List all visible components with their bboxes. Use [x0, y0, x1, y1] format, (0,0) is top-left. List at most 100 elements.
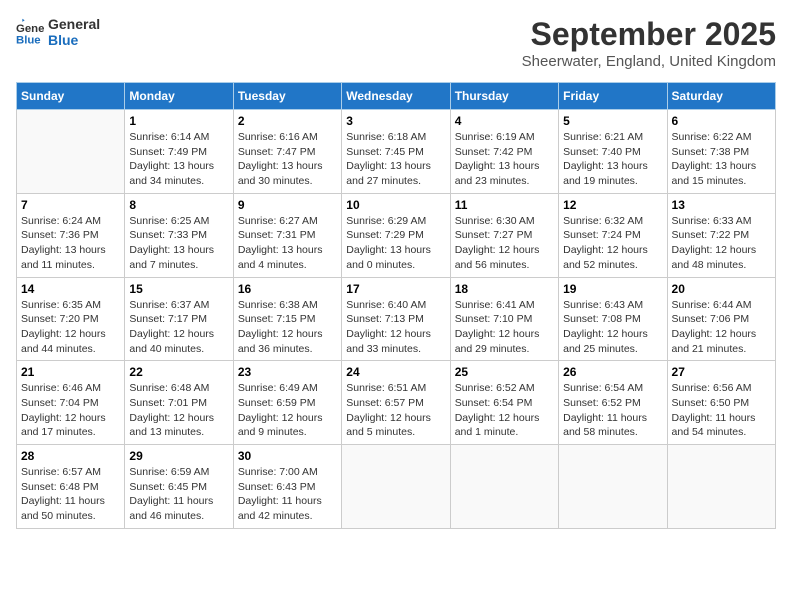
header-saturday: Saturday	[667, 83, 775, 110]
calendar-cell: 20 Sunrise: 6:44 AMSunset: 7:06 PMDayligh…	[667, 277, 775, 361]
day-number: 4	[455, 114, 554, 128]
day-number: 14	[21, 282, 120, 296]
calendar-cell: 24 Sunrise: 6:51 AMSunset: 6:57 PMDayligh…	[342, 361, 450, 445]
day-number: 18	[455, 282, 554, 296]
day-info: Sunrise: 6:22 AMSunset: 7:38 PMDaylight:…	[672, 130, 771, 189]
calendar-cell: 14Sunrise: 6:35 AMSunset: 7:20 PMDayligh…	[17, 277, 125, 361]
day-info: Sunrise: 6:52 AMSunset: 6:54 PMDaylight:…	[455, 381, 554, 440]
calendar-cell: 29Sunrise: 6:59 AMSunset: 6:45 PMDayligh…	[125, 445, 233, 529]
calendar-cell: 5 Sunrise: 6:21 AMSunset: 7:40 PMDaylight…	[559, 110, 667, 194]
calendar-cell: 11Sunrise: 6:30 AMSunset: 7:27 PMDayligh…	[450, 193, 558, 277]
day-number: 30	[238, 449, 337, 463]
calendar-header-row: SundayMondayTuesdayWednesdayThursdayFrid…	[17, 83, 776, 110]
svg-text:General: General	[16, 23, 44, 35]
day-info: Sunrise: 6:38 AMSunset: 7:15 PMDaylight:…	[238, 298, 337, 357]
day-number: 9	[238, 198, 337, 212]
calendar-cell: 23 Sunrise: 6:49 AMSunset: 6:59 PMDayligh…	[233, 361, 341, 445]
day-number: 25	[455, 365, 554, 379]
day-number: 7	[21, 198, 120, 212]
day-number: 23	[238, 365, 337, 379]
day-number: 13	[672, 198, 771, 212]
calendar-cell	[450, 445, 558, 529]
day-number: 5	[563, 114, 662, 128]
title-block: September 2025 Sheerwater, England, Unit…	[522, 16, 776, 70]
day-info: Sunrise: 7:00 AMSunset: 6:43 PMDaylight:…	[238, 465, 337, 524]
day-number: 2	[238, 114, 337, 128]
header-sunday: Sunday	[17, 83, 125, 110]
calendar-cell: 15 Sunrise: 6:37 AMSunset: 7:17 PMDayligh…	[125, 277, 233, 361]
day-info: Sunrise: 6:57 AMSunset: 6:48 PMDaylight:…	[21, 465, 120, 524]
calendar-cell: 16 Sunrise: 6:38 AMSunset: 7:15 PMDayligh…	[233, 277, 341, 361]
day-info: Sunrise: 6:51 AMSunset: 6:57 PMDaylight:…	[346, 381, 445, 440]
day-info: Sunrise: 6:21 AMSunset: 7:40 PMDaylight:…	[563, 130, 662, 189]
header-wednesday: Wednesday	[342, 83, 450, 110]
day-info: Sunrise: 6:40 AMSunset: 7:13 PMDaylight:…	[346, 298, 445, 357]
calendar-cell: 4 Sunrise: 6:19 AMSunset: 7:42 PMDaylight…	[450, 110, 558, 194]
day-number: 22	[129, 365, 228, 379]
day-info: Sunrise: 6:41 AMSunset: 7:10 PMDaylight:…	[455, 298, 554, 357]
calendar-cell: 1Sunrise: 6:14 AMSunset: 7:49 PMDaylight…	[125, 110, 233, 194]
day-info: Sunrise: 6:44 AMSunset: 7:06 PMDaylight:…	[672, 298, 771, 357]
header-tuesday: Tuesday	[233, 83, 341, 110]
calendar-cell: 10 Sunrise: 6:29 AMSunset: 7:29 PMDayligh…	[342, 193, 450, 277]
day-number: 20	[672, 282, 771, 296]
calendar-cell: 25 Sunrise: 6:52 AMSunset: 6:54 PMDayligh…	[450, 361, 558, 445]
calendar-cell	[667, 445, 775, 529]
day-info: Sunrise: 6:56 AMSunset: 6:50 PMDaylight:…	[672, 381, 771, 440]
header-monday: Monday	[125, 83, 233, 110]
day-number: 1	[129, 114, 228, 128]
calendar-cell: 27 Sunrise: 6:56 AMSunset: 6:50 PMDayligh…	[667, 361, 775, 445]
calendar-cell: 12 Sunrise: 6:32 AMSunset: 7:24 PMDayligh…	[559, 193, 667, 277]
day-number: 16	[238, 282, 337, 296]
calendar-week-row: 1Sunrise: 6:14 AMSunset: 7:49 PMDaylight…	[17, 110, 776, 194]
day-info: Sunrise: 6:48 AMSunset: 7:01 PMDaylight:…	[129, 381, 228, 440]
logo: General Blue General Blue	[16, 16, 100, 48]
day-number: 11	[455, 198, 554, 212]
day-number: 10	[346, 198, 445, 212]
header-friday: Friday	[559, 83, 667, 110]
day-number: 3	[346, 114, 445, 128]
day-number: 12	[563, 198, 662, 212]
calendar-cell: 7 Sunrise: 6:24 AMSunset: 7:36 PMDaylight…	[17, 193, 125, 277]
calendar-cell: 26Sunrise: 6:54 AMSunset: 6:52 PMDayligh…	[559, 361, 667, 445]
calendar-cell: 13Sunrise: 6:33 AMSunset: 7:22 PMDayligh…	[667, 193, 775, 277]
day-number: 21	[21, 365, 120, 379]
day-info: Sunrise: 6:54 AMSunset: 6:52 PMDaylight:…	[563, 381, 662, 440]
logo-line1: General	[48, 16, 100, 32]
calendar-cell: 22 Sunrise: 6:48 AMSunset: 7:01 PMDayligh…	[125, 361, 233, 445]
calendar-cell: 3 Sunrise: 6:18 AMSunset: 7:45 PMDaylight…	[342, 110, 450, 194]
day-number: 19	[563, 282, 662, 296]
day-info: Sunrise: 6:18 AMSunset: 7:45 PMDaylight:…	[346, 130, 445, 189]
calendar-cell: 9 Sunrise: 6:27 AMSunset: 7:31 PMDaylight…	[233, 193, 341, 277]
calendar-week-row: 7 Sunrise: 6:24 AMSunset: 7:36 PMDaylight…	[17, 193, 776, 277]
day-info: Sunrise: 6:29 AMSunset: 7:29 PMDaylight:…	[346, 214, 445, 273]
day-info: Sunrise: 6:19 AMSunset: 7:42 PMDaylight:…	[455, 130, 554, 189]
calendar-cell: 17Sunrise: 6:40 AMSunset: 7:13 PMDayligh…	[342, 277, 450, 361]
day-number: 24	[346, 365, 445, 379]
day-info: Sunrise: 6:16 AMSunset: 7:47 PMDaylight:…	[238, 130, 337, 189]
calendar-cell: 2 Sunrise: 6:16 AMSunset: 7:47 PMDaylight…	[233, 110, 341, 194]
header-thursday: Thursday	[450, 83, 558, 110]
day-info: Sunrise: 6:59 AMSunset: 6:45 PMDaylight:…	[129, 465, 228, 524]
day-info: Sunrise: 6:24 AMSunset: 7:36 PMDaylight:…	[21, 214, 120, 273]
day-info: Sunrise: 6:32 AMSunset: 7:24 PMDaylight:…	[563, 214, 662, 273]
calendar-cell: 18 Sunrise: 6:41 AMSunset: 7:10 PMDayligh…	[450, 277, 558, 361]
calendar-cell	[559, 445, 667, 529]
day-number: 27	[672, 365, 771, 379]
page-header: General Blue General Blue September 2025…	[16, 16, 776, 70]
day-info: Sunrise: 6:25 AMSunset: 7:33 PMDaylight:…	[129, 214, 228, 273]
calendar-table: SundayMondayTuesdayWednesdayThursdayFrid…	[16, 82, 776, 529]
calendar-week-row: 14Sunrise: 6:35 AMSunset: 7:20 PMDayligh…	[17, 277, 776, 361]
logo-icon: General Blue	[16, 18, 44, 46]
calendar-cell: 28Sunrise: 6:57 AMSunset: 6:48 PMDayligh…	[17, 445, 125, 529]
calendar-cell	[342, 445, 450, 529]
calendar-week-row: 28Sunrise: 6:57 AMSunset: 6:48 PMDayligh…	[17, 445, 776, 529]
day-number: 15	[129, 282, 228, 296]
day-info: Sunrise: 6:27 AMSunset: 7:31 PMDaylight:…	[238, 214, 337, 273]
location: Sheerwater, England, United Kingdom	[522, 53, 776, 70]
day-info: Sunrise: 6:49 AMSunset: 6:59 PMDaylight:…	[238, 381, 337, 440]
calendar-cell: 8 Sunrise: 6:25 AMSunset: 7:33 PMDaylight…	[125, 193, 233, 277]
day-number: 8	[129, 198, 228, 212]
calendar-cell: 6Sunrise: 6:22 AMSunset: 7:38 PMDaylight…	[667, 110, 775, 194]
day-info: Sunrise: 6:37 AMSunset: 7:17 PMDaylight:…	[129, 298, 228, 357]
